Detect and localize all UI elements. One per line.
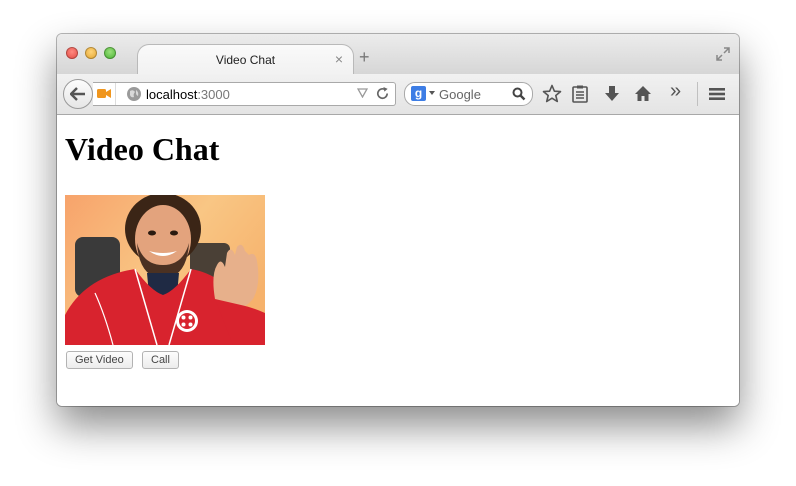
search-engine-icon[interactable]: g — [411, 86, 426, 101]
search-bar[interactable]: g Google — [404, 82, 533, 106]
url-history-dropmarker-icon[interactable] — [357, 88, 368, 98]
home-icon[interactable] — [633, 84, 653, 104]
back-arrow-icon — [70, 87, 85, 101]
overflow-chevron-icon[interactable]: » — [670, 81, 690, 101]
star-icon[interactable] — [542, 84, 562, 104]
page-title: Video Chat — [65, 131, 220, 167]
tab-close-icon[interactable]: × — [335, 51, 343, 67]
reading-list-icon[interactable] — [570, 84, 590, 104]
minimize-window-button[interactable] — [85, 47, 97, 59]
title-bar: Video Chat × + — [57, 34, 739, 76]
search-placeholder: Google — [439, 87, 481, 102]
browser-window: Video Chat × + localhost:3000 g Google »… — [57, 34, 739, 406]
toolbar-divider — [697, 82, 698, 106]
fullscreen-icon[interactable] — [715, 46, 731, 62]
tab-title: Video Chat — [215, 53, 276, 67]
globe-icon[interactable] — [126, 86, 142, 102]
search-engine-dropdown-icon[interactable] — [429, 91, 435, 95]
url-bar[interactable]: localhost:3000 — [93, 82, 396, 106]
video-frame-image — [65, 195, 265, 345]
back-button[interactable] — [63, 79, 93, 109]
call-button[interactable]: Call — [142, 351, 179, 369]
url-text[interactable]: localhost:3000 — [146, 87, 230, 102]
zoom-window-button[interactable] — [104, 47, 116, 59]
url-port: :3000 — [197, 87, 230, 102]
url-separator — [115, 83, 116, 105]
navigation-toolbar: localhost:3000 g Google » — [57, 74, 739, 115]
search-icon[interactable] — [512, 87, 526, 101]
menu-icon[interactable] — [707, 84, 727, 104]
new-tab-button[interactable]: + — [359, 48, 370, 66]
close-window-button[interactable] — [66, 47, 78, 59]
local-video — [65, 195, 265, 345]
reload-icon[interactable] — [375, 86, 390, 101]
camera-sharing-icon[interactable] — [97, 88, 112, 99]
tab-video-chat[interactable]: Video Chat × — [137, 44, 354, 76]
page-content: Video Chat Get Video Call — [57, 115, 739, 406]
download-icon[interactable] — [602, 84, 622, 104]
url-host: localhost — [146, 87, 198, 102]
get-video-button[interactable]: Get Video — [66, 351, 133, 369]
